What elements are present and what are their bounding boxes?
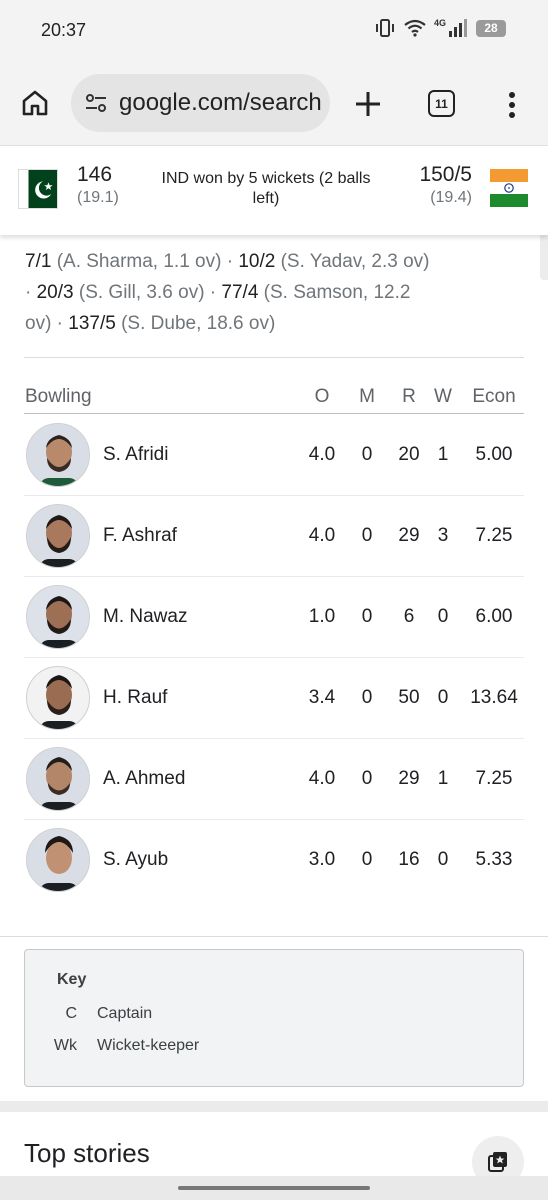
maidens-cell: 0 [361, 768, 373, 789]
more-menu-icon[interactable] [503, 90, 521, 120]
site-settings-icon[interactable] [83, 90, 109, 116]
key-code: C [65, 1005, 77, 1022]
col-header-economy: Econ [472, 386, 516, 407]
status-icons: 4G 28 [374, 18, 506, 38]
player-avatar [26, 504, 90, 568]
team1-score: 146 [77, 163, 113, 186]
maidens-cell: 0 [361, 525, 373, 546]
bowling-title: Bowling [25, 386, 92, 407]
gesture-bar [0, 1176, 548, 1200]
bowler-row[interactable]: S. Ayub 3.0 0 16 0 5.33 [24, 820, 524, 901]
wifi-icon [404, 19, 426, 37]
runs-cell: 20 [398, 444, 420, 465]
key-title: Key [57, 971, 87, 988]
address-bar[interactable]: google.com/search [71, 74, 330, 132]
key-legend: Key C Captain Wk Wicket-keeper [24, 949, 524, 1087]
bowler-name: S. Ayub [103, 849, 169, 870]
player-avatar [26, 747, 90, 811]
divider [0, 936, 548, 937]
col-header-runs: R [402, 386, 416, 407]
runs-cell: 29 [398, 525, 420, 546]
player-avatar [26, 423, 90, 487]
overs-cell: 3.4 [308, 687, 336, 708]
bowler-row[interactable]: S. Afridi 4.0 0 20 1 5.00 [24, 415, 524, 496]
runs-cell: 16 [398, 849, 420, 870]
status-bar: 20:37 4G 28 [0, 0, 548, 60]
pakistan-flag-icon [18, 169, 58, 209]
match-scorecard[interactable]: 146 (19.1) IND won by 5 wickets (2 balls… [0, 147, 548, 235]
bowler-row[interactable]: F. Ashraf 4.0 0 29 3 7.25 [24, 496, 524, 577]
economy-cell: 7.25 [475, 768, 513, 789]
team2-overs: (19.4) [430, 189, 472, 206]
divider [24, 357, 524, 358]
bowler-row[interactable]: M. Nawaz 1.0 0 6 0 6.00 [24, 577, 524, 658]
wickets-cell: 1 [437, 444, 449, 465]
fall-of-wickets: 7/1 (A. Sharma, 1.1 ov) · 10/2 (S. Yadav… [25, 246, 435, 339]
network-type-label: 4G [433, 18, 446, 28]
browser-toolbar: google.com/search 11 [0, 60, 548, 146]
bowler-name: H. Rauf [103, 687, 168, 708]
vibrate-icon [375, 19, 394, 37]
key-description: Wicket-keeper [97, 1037, 200, 1054]
key-description: Captain [97, 1005, 153, 1022]
maidens-cell: 0 [361, 849, 373, 870]
wickets-cell: 0 [437, 849, 449, 870]
overs-cell: 4.0 [308, 444, 336, 465]
runs-cell: 29 [398, 768, 420, 789]
fow-item: 7/1 (A. Sharma, 1.1 ov) · [25, 251, 239, 272]
match-result: IND won by 5 wickets (2 balls left) [161, 170, 371, 207]
wickets-cell: 1 [437, 768, 449, 789]
economy-cell: 5.33 [475, 849, 513, 870]
maidens-cell: 0 [361, 606, 373, 627]
overs-cell: 3.0 [308, 849, 336, 870]
bowler-row[interactable]: H. Rauf 3.4 0 50 0 13.64 [24, 658, 524, 739]
runs-cell: 6 [403, 606, 415, 627]
bowler-name: F. Ashraf [103, 525, 177, 546]
overs-cell: 1.0 [308, 606, 336, 627]
tab-switcher-button[interactable]: 11 [428, 90, 455, 117]
overs-cell: 4.0 [308, 525, 336, 546]
home-icon[interactable] [20, 88, 50, 118]
player-avatar [26, 585, 90, 649]
economy-cell: 13.64 [470, 687, 518, 708]
signal-icon [449, 19, 467, 37]
stories-icon [488, 1152, 507, 1172]
player-avatar [26, 666, 90, 730]
wickets-cell: 0 [437, 606, 449, 627]
key-code: Wk [53, 1037, 77, 1054]
overs-cell: 4.0 [308, 768, 336, 789]
bowler-row[interactable]: A. Ahmed 4.0 0 29 1 7.25 [24, 739, 524, 820]
player-avatar [26, 828, 90, 892]
status-time: 20:37 [41, 20, 87, 40]
economy-cell: 7.25 [475, 525, 513, 546]
fow-item: 137/5 (S. Dube, 18.6 ov) [68, 313, 276, 334]
india-flag-icon [490, 169, 528, 207]
top-stories-heading: Top stories [24, 1138, 150, 1168]
team2-score: 150/5 [419, 163, 472, 186]
home-gesture-handle[interactable] [178, 1186, 370, 1190]
section-separator [0, 1101, 548, 1112]
bowler-name: A. Ahmed [103, 768, 186, 789]
col-header-overs: O [314, 386, 330, 407]
bowler-name: M. Nawaz [103, 606, 188, 627]
wickets-cell: 3 [437, 525, 449, 546]
col-header-wickets: W [434, 386, 452, 407]
runs-cell: 50 [398, 687, 420, 708]
maidens-cell: 0 [361, 444, 373, 465]
bowling-table-header: Bowling O M R W Econ [24, 384, 524, 414]
team1-overs: (19.1) [77, 189, 119, 206]
wickets-cell: 0 [437, 687, 449, 708]
maidens-cell: 0 [361, 687, 373, 708]
economy-cell: 5.00 [475, 444, 513, 465]
bowler-name: S. Afridi [103, 444, 169, 465]
economy-cell: 6.00 [475, 606, 513, 627]
new-tab-icon[interactable] [354, 90, 382, 118]
battery-icon: 28 [476, 19, 506, 37]
fow-item: 20/3 (S. Gill, 3.6 ov) · [36, 282, 222, 303]
url-text[interactable]: google.com/search [119, 89, 322, 117]
col-header-maidens: M [359, 386, 375, 407]
